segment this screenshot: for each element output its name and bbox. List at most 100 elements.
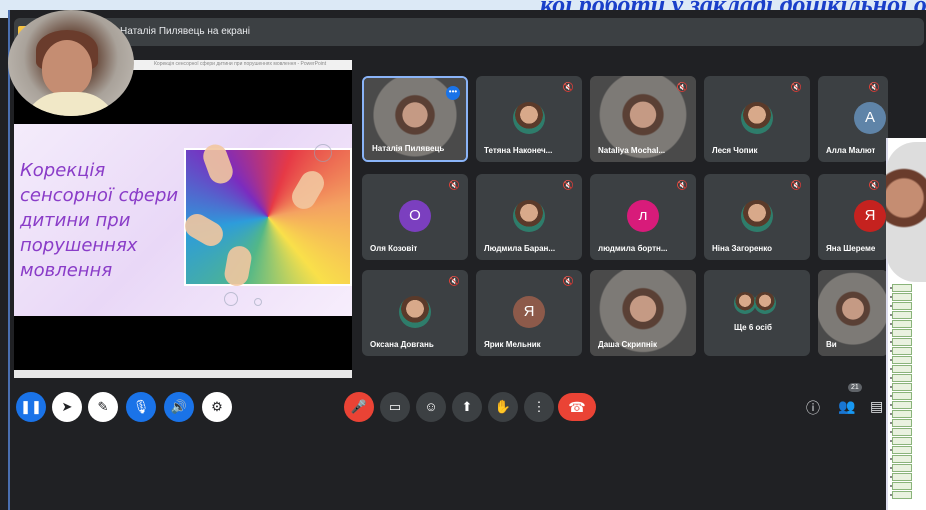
side-bullet (890, 404, 892, 406)
participant-avatar: О (399, 200, 431, 232)
side-thumbnail (892, 374, 912, 382)
side-bullet (890, 377, 892, 379)
participant-tile[interactable]: Я 🔇 Ярик Мельник (476, 270, 582, 356)
muted-mic-icon: 🔇 (562, 276, 574, 286)
side-camera-bubble (886, 142, 926, 282)
participant-tile[interactable]: Я 🔇 Яна Шереме (818, 174, 888, 260)
speaker-icon[interactable]: 🔊 (164, 392, 194, 422)
raise-hand-icon[interactable]: ✋ (488, 392, 518, 422)
more-avatars (734, 292, 756, 314)
participant-name: Оля Козовіт (370, 244, 418, 253)
side-thumbnail (892, 482, 912, 490)
hand-shape (180, 209, 228, 251)
tile-options-icon[interactable]: ••• (446, 86, 460, 100)
participant-name: Людмила Баран... (484, 244, 556, 253)
pointer-icon[interactable]: ➤ (52, 392, 82, 422)
presenter-camera-bubble (8, 10, 134, 116)
participant-tile[interactable]: А 🔇 Алла Малют (818, 76, 888, 162)
side-thumbnail (892, 419, 912, 427)
slide-window-title: Корекція сенсорної сфери дитини при пору… (154, 61, 327, 67)
side-bullet (890, 440, 892, 442)
participant-avatar: Я (513, 296, 545, 328)
side-thumbnail (892, 437, 912, 445)
hand-shape (222, 244, 254, 288)
chat-icon[interactable]: ▤ (870, 398, 883, 415)
side-thumbnail (892, 464, 912, 472)
participant-avatar: А (854, 102, 886, 134)
participant-name: Ніна Загоренко (712, 244, 773, 253)
participant-name: Яна Шереме (826, 244, 876, 253)
muted-mic-icon: 🔇 (562, 82, 574, 92)
side-bullet (890, 431, 892, 433)
info-icon[interactable]: ⓘ (806, 398, 820, 418)
side-thumbnail (892, 302, 912, 310)
participant-name: Ви (826, 340, 837, 349)
end-call-icon[interactable]: ☎ (558, 393, 596, 421)
participant-avatar (513, 200, 545, 232)
presenter-body (22, 92, 118, 116)
side-thumbnail (892, 311, 912, 319)
participant-name: Тетяна Наконеч... (484, 146, 553, 155)
side-bullet (890, 395, 892, 397)
muted-mic-icon: 🔇 (868, 180, 880, 190)
muted-mic-icon: 🔇 (790, 82, 802, 92)
side-thumbnail (892, 320, 912, 328)
participant-tile[interactable]: 🔇 Леся Чопик (704, 76, 810, 162)
side-thumbnail (892, 365, 912, 373)
side-thumbnail (892, 338, 912, 346)
participant-name: Nataliya Mochal... (598, 146, 666, 155)
participant-tile[interactable]: Ще 6 осіб (704, 270, 810, 356)
participant-tile[interactable]: 🔇 Оксана Довгань (362, 270, 468, 356)
participant-tile[interactable]: ••• Наталія Пилявець (362, 76, 468, 162)
side-thumbnail (892, 392, 912, 400)
slide-title: Корекція сенсорної сфери дитини при пору… (20, 160, 179, 281)
pen-icon[interactable]: ✎ (88, 392, 118, 422)
side-bullet (890, 314, 892, 316)
participant-avatar (741, 102, 773, 134)
gear-icon[interactable]: ⚙ (202, 392, 232, 422)
participant-tile[interactable]: Ви (818, 270, 888, 356)
participant-tile[interactable]: 🔇 Тетяна Наконеч... (476, 76, 582, 162)
people-icon[interactable]: 👥 (838, 398, 855, 415)
side-thumbnail (892, 383, 912, 391)
participant-name: Ще 6 осіб (734, 323, 772, 332)
present-icon[interactable]: ⬆ (452, 392, 482, 422)
side-thumbnail (892, 329, 912, 337)
participant-tile[interactable]: 🔇 Людмила Баран... (476, 174, 582, 260)
participant-tile[interactable]: л 🔇 людмила бортн... (590, 174, 696, 260)
side-bullet (890, 359, 892, 361)
side-bullet (890, 458, 892, 460)
emoji-icon[interactable]: ☺ (416, 392, 446, 422)
participant-tile[interactable]: Даша Скрипнік (590, 270, 696, 356)
participant-name: Леся Чопик (712, 146, 758, 155)
participant-name: Оксана Довгань (370, 340, 434, 349)
mic-off-icon[interactable]: 🎤 (344, 392, 374, 422)
hand-shape (199, 141, 237, 187)
bubble-decoration (314, 144, 332, 162)
side-bullet (890, 341, 892, 343)
side-thumbnail (892, 473, 912, 481)
side-bullet (890, 287, 892, 289)
side-thumbnail (892, 455, 912, 463)
pause-icon[interactable]: ❚❚ (16, 392, 46, 422)
participant-name: Даша Скрипнік (598, 340, 657, 349)
muted-mic-icon: 🔇 (448, 276, 460, 286)
more-vert-icon[interactable]: ⋮ (524, 392, 554, 422)
side-thumbnail (892, 428, 912, 436)
mic-icon[interactable]: 🎙 (126, 392, 156, 422)
participant-tile[interactable]: 🔇 Ніна Загоренко (704, 174, 810, 260)
participant-tile[interactable]: 🔇 Nataliya Mochal... (590, 76, 696, 162)
muted-mic-icon: 🔇 (868, 82, 880, 92)
screenshot-stage: кої роботи у закладі дошкільної осв Ната… (0, 0, 926, 510)
side-bullet (890, 386, 892, 388)
participant-avatar (399, 296, 431, 328)
participant-tile[interactable]: О 🔇 Оля Козовіт (362, 174, 468, 260)
participant-avatar: л (627, 200, 659, 232)
muted-mic-icon: 🔇 (448, 180, 460, 190)
side-bullet (890, 368, 892, 370)
side-bullet (890, 467, 892, 469)
camera-icon[interactable]: ▭ (380, 392, 410, 422)
presenting-label: Наталія Пилявець на екрані (120, 26, 251, 37)
muted-mic-icon: 🔇 (676, 82, 688, 92)
side-thumbnail (892, 491, 912, 499)
